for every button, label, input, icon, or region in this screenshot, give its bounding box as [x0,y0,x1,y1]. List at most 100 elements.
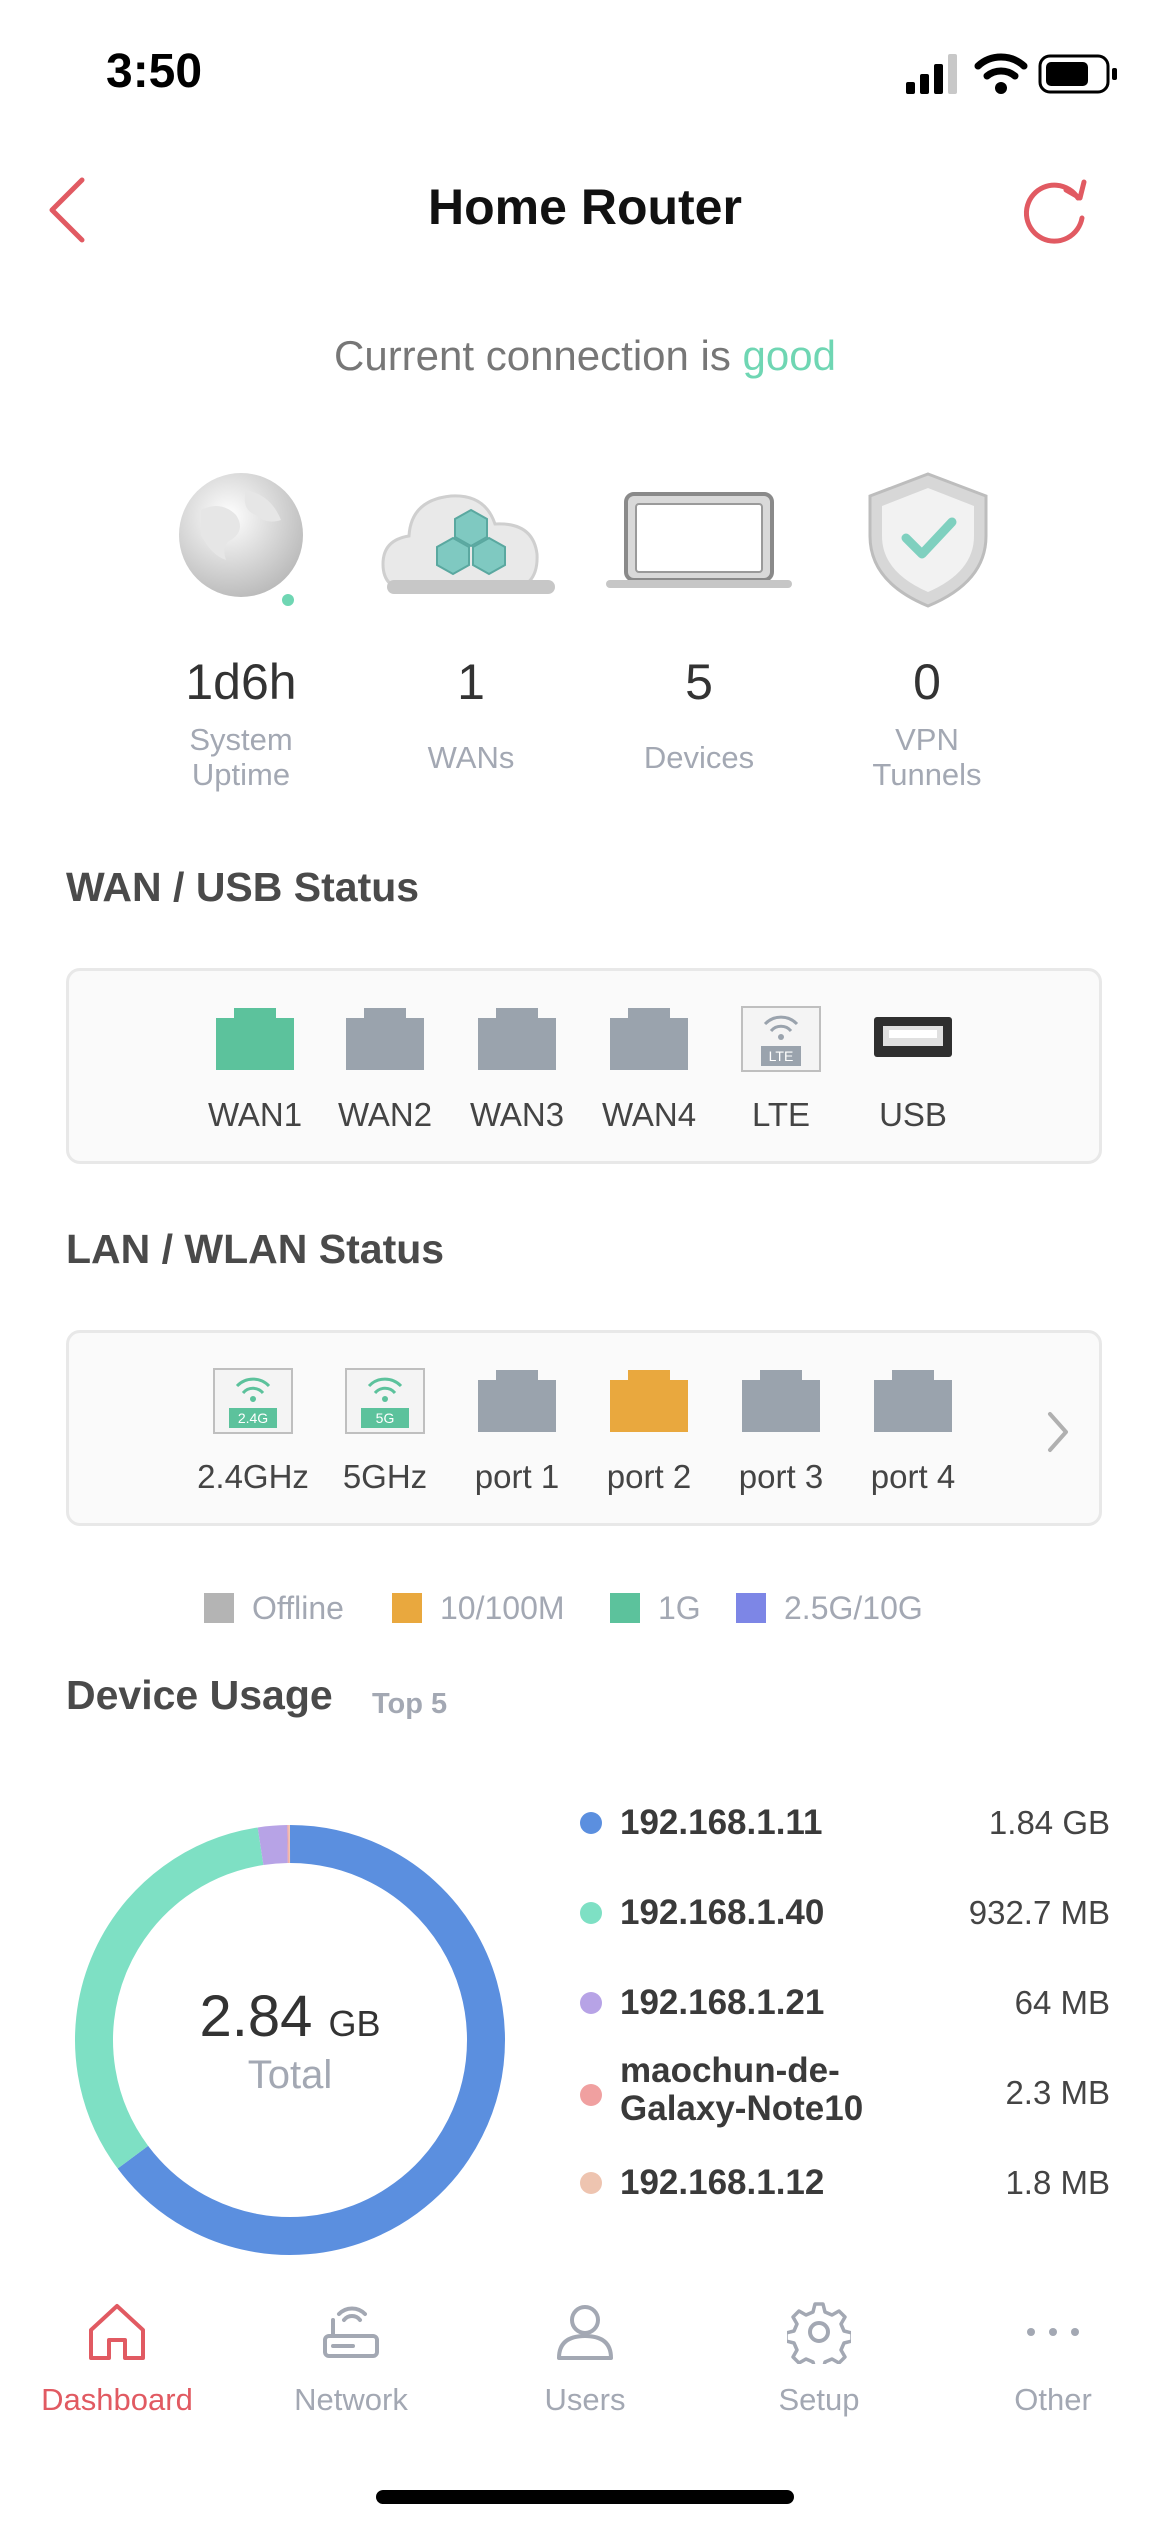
total-usage-label: Total [247,2053,333,2097]
lte-badge: LTE [769,1048,794,1064]
tab-setup[interactable]: Setup [702,2300,936,2430]
device-usage-subtitle: Top 5 [372,1688,448,1720]
cellular-signal-icon [906,54,957,94]
stat-label: WANs [427,740,515,775]
shield-icon [868,472,988,608]
device-color-dot [580,2172,602,2194]
port-lan-1[interactable]: port 1 [452,1370,582,1510]
port-wifi-2g[interactable]: 2.4G 2.4GHz [188,1368,318,1510]
ethernet-port-icon [874,1370,952,1432]
ethernet-port-icon [478,1370,556,1432]
tab-network[interactable]: Network [234,2300,468,2430]
stat-label: System [189,722,293,757]
port-wan2[interactable]: WAN2 [320,1008,450,1148]
device-name: 192.168.1.11 [620,1803,823,1842]
stat-value: 1 [457,654,485,710]
legend-swatch [204,1592,234,1623]
port-usb[interactable]: USB [848,1008,978,1148]
globe-icon [179,473,303,606]
stat-label: Uptime [191,757,291,792]
ethernet-port-icon [216,1008,294,1070]
port-wan1[interactable]: WAN1 [190,1008,320,1148]
stat-label: VPN [895,722,959,757]
device-usage: 1.84 GB [988,1804,1110,1841]
ethernet-port-icon [742,1370,820,1432]
stat-value: 0 [913,654,941,710]
ethernet-port-icon [610,1008,688,1070]
lan-wlan-section-title: LAN / WLAN Status [66,1226,445,1272]
device-name-line2: Galaxy-Note10 [620,2089,864,2128]
device-color-dot [580,2084,602,2106]
connection-status: Current connection is good [0,332,1170,380]
band-badge: 2.4G [238,1410,268,1426]
device-name: maochun-de- [620,2051,840,2090]
tab-dashboard[interactable]: Dashboard [0,2300,234,2430]
port-legend: Offline 10/100M 1G 2.5G/10G [0,1586,1170,1630]
router-icon [323,2306,379,2358]
stat-value: 5 [685,654,713,710]
total-usage-value: 2.84 GB [199,1984,381,2049]
ethernet-port-icon [478,1008,556,1070]
legend-item-offline: Offline [204,1586,344,1630]
ethernet-port-icon [610,1370,688,1432]
stat-wans[interactable]: 1 WANs [356,470,586,800]
refresh-icon[interactable] [1016,172,1096,252]
device-usage: 2.3 MB [1005,2074,1110,2111]
home-icon [89,2304,145,2360]
wan-usb-section-title: WAN / USB Status [66,864,420,910]
stat-vpn-tunnels[interactable]: 0 VPN Tunnels [812,470,1042,800]
wifi-band-icon: 2.4G [213,1368,293,1434]
port-wifi-5g[interactable]: 5G 5GHz [320,1368,450,1510]
port-lte[interactable]: LTE LTE [716,1006,846,1148]
laptop-icon [606,492,792,588]
stat-system-uptime[interactable]: 1d6h System Uptime [126,470,356,800]
legend-swatch [392,1592,422,1623]
status-time: 3:50 [106,45,203,98]
page-title: Home Router [428,179,742,235]
wifi-band-icon: 5G [345,1368,425,1434]
device-usage-title: Device Usage [66,1672,333,1718]
port-lan-2[interactable]: port 2 [584,1370,714,1510]
ethernet-port-icon [346,1008,424,1070]
device-usage: 1.8 MB [1005,2164,1110,2201]
lte-icon: LTE [741,1006,821,1072]
stat-value: 1d6h [185,654,297,710]
battery-icon [1038,54,1117,94]
user-icon [557,2305,613,2360]
device-row[interactable]: maochun-de- Galaxy-Note10 2.3 MB [580,2052,1110,2132]
port-wan3[interactable]: WAN3 [452,1008,582,1148]
more-icon [1027,2328,1079,2336]
stat-devices[interactable]: 5 Devices [584,470,814,800]
device-row[interactable]: 192.168.1.21 64 MB [580,1978,1110,2028]
device-usage: 932.7 MB [968,1894,1110,1931]
legend-item-1g: 1G [610,1586,701,1630]
device-row[interactable]: 192.168.1.11 1.84 GB [580,1798,1110,1848]
stat-label: Tunnels [872,757,982,792]
gear-icon [787,2302,851,2364]
connection-quality: good [742,332,836,379]
device-color-dot [580,1812,602,1834]
legend-item-10-100m: 10/100M [392,1586,565,1630]
chevron-right-icon[interactable] [1044,1408,1074,1456]
port-lan-3[interactable]: port 3 [716,1370,846,1510]
wifi-icon [974,53,1028,94]
device-color-dot [580,1902,602,1924]
legend-swatch [736,1592,766,1623]
tab-users[interactable]: Users [468,2300,702,2430]
port-wan4[interactable]: WAN4 [584,1008,714,1148]
device-name: 192.168.1.12 [620,2163,825,2202]
device-color-dot [580,1992,602,2014]
connection-prefix: Current connection is [334,332,731,379]
usb-port-icon [874,1017,952,1057]
device-name: 192.168.1.40 [620,1893,825,1932]
status-icons [906,53,1117,94]
tab-other[interactable]: Other [936,2300,1170,2430]
device-usage: 64 MB [1014,1984,1110,2021]
stat-label: Devices [643,740,755,775]
device-row[interactable]: 192.168.1.12 1.8 MB [580,2158,1110,2208]
port-lan-4[interactable]: port 4 [848,1370,978,1510]
legend-item-2-5g-10g: 2.5G/10G [736,1586,923,1630]
device-row[interactable]: 192.168.1.40 932.7 MB [580,1888,1110,1938]
donut-slice-2 [257,1825,289,1866]
legend-swatch [610,1592,640,1623]
